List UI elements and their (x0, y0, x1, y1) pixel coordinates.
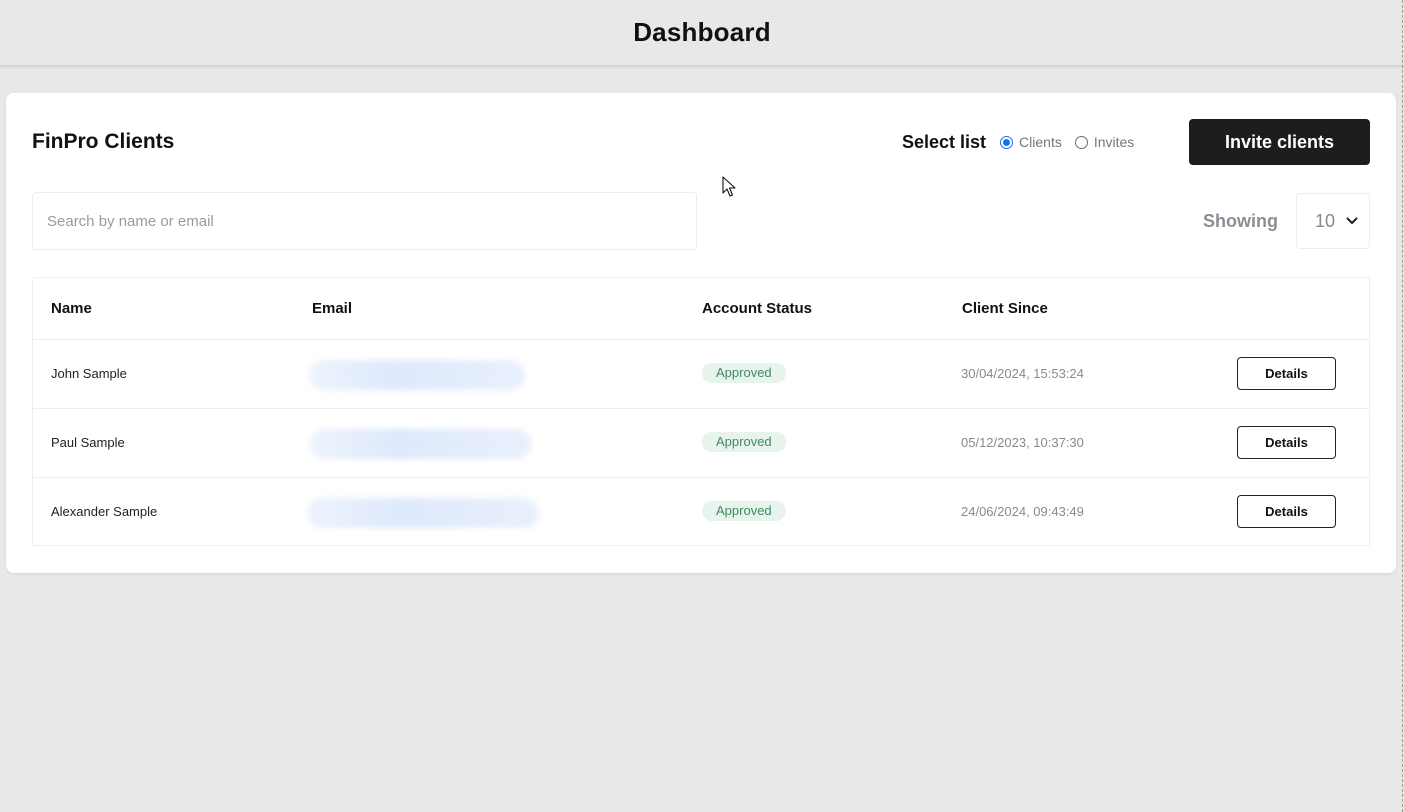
table-header: Name Email Account Status Client Since (33, 278, 1369, 340)
status-badge: Approved (702, 432, 786, 452)
client-name: Paul Sample (51, 435, 125, 450)
client-email-redacted (309, 360, 525, 390)
radio-clients-indicator[interactable] (1000, 135, 1014, 149)
details-button[interactable]: Details (1237, 495, 1336, 528)
radio-invites[interactable]: Invites (1074, 134, 1135, 150)
showing-label: Showing (1203, 211, 1278, 231)
search-input[interactable] (32, 192, 697, 250)
column-header-name: Name (51, 300, 92, 317)
select-list-label: Select list (902, 131, 987, 152)
clients-table: Name Email Account Status Client Since J… (32, 277, 1370, 546)
radio-clients[interactable]: Clients (1000, 134, 1062, 150)
invite-clients-button[interactable]: Invite clients (1189, 119, 1370, 165)
client-name: Alexander Sample (51, 504, 158, 519)
details-button[interactable]: Details (1237, 426, 1336, 459)
column-header-email: Email (312, 300, 353, 317)
radio-invites-label: Invites (1093, 134, 1135, 150)
chevron-down-icon (1345, 214, 1359, 233)
column-header-client-since: Client Since (962, 300, 1048, 317)
client-email-redacted (307, 498, 539, 528)
top-bar: Dashboard (0, 0, 1404, 66)
client-name: John Sample (51, 366, 127, 381)
mouse-cursor-icon (722, 176, 736, 203)
client-since-date: 05/12/2023, 10:37:30 (961, 435, 1084, 450)
page-size-value: 10 (1315, 210, 1336, 231)
table-row: Alexander Sample Approved 24/06/2024, 09… (33, 478, 1369, 547)
client-email-redacted (309, 429, 531, 459)
table-row: Paul Sample Approved 05/12/2023, 10:37:3… (33, 409, 1369, 478)
card-title: FinPro Clients (32, 130, 175, 153)
table-row: John Sample Approved 30/04/2024, 15:53:2… (33, 340, 1369, 409)
status-badge: Approved (702, 363, 786, 383)
window-edge-divider (1402, 0, 1403, 812)
clients-card: FinPro Clients Select list Clients Invit… (6, 93, 1396, 573)
page-size-select[interactable]: 10 (1296, 193, 1370, 249)
radio-invites-indicator[interactable] (1074, 135, 1088, 149)
status-badge: Approved (702, 501, 786, 521)
client-since-date: 24/06/2024, 09:43:49 (961, 504, 1084, 519)
client-since-date: 30/04/2024, 15:53:24 (961, 366, 1084, 381)
radio-clients-label: Clients (1019, 134, 1062, 150)
page-title: Dashboard (633, 17, 771, 47)
column-header-status: Account Status (702, 300, 813, 317)
details-button[interactable]: Details (1237, 357, 1336, 390)
select-list-group: Select list Clients Invites (902, 131, 1147, 153)
